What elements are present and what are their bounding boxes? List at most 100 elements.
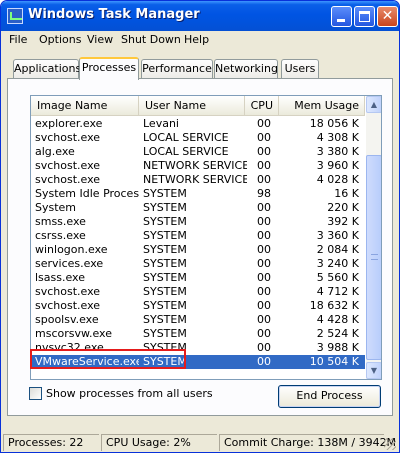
cell-user-name: SYSTEM bbox=[143, 257, 187, 270]
table-row[interactable]: alg.exe LOCAL SERVICE 00 3 380 K bbox=[31, 145, 365, 159]
maximize-icon bbox=[359, 11, 370, 22]
cell-cpu: 00 bbox=[257, 159, 271, 172]
menu-view[interactable]: View bbox=[87, 33, 113, 46]
cell-mem-usage: 392 K bbox=[327, 215, 359, 228]
cell-user-name: SYSTEM bbox=[143, 229, 187, 242]
cell-user-name: SYSTEM bbox=[143, 201, 187, 214]
table-row[interactable]: csrss.exe SYSTEM 00 3 360 K bbox=[31, 229, 365, 243]
cell-image-name: lsass.exe bbox=[35, 271, 85, 284]
cell-image-name: System bbox=[35, 201, 77, 214]
cell-cpu: 00 bbox=[257, 117, 271, 130]
cell-user-name: NETWORK SERVICE bbox=[143, 159, 247, 172]
minimize-button[interactable] bbox=[331, 6, 352, 27]
cell-mem-usage: 3 240 K bbox=[316, 257, 359, 270]
minimize-icon bbox=[337, 19, 345, 22]
column-cpu[interactable]: CPU bbox=[245, 96, 279, 116]
cell-mem-usage: 10 504 K bbox=[309, 355, 359, 368]
vertical-scrollbar[interactable]: ▲ ▼ bbox=[366, 96, 381, 379]
task-manager-window: Windows Task Manager ✕ File Options View… bbox=[0, 0, 400, 453]
cell-mem-usage: 4 028 K bbox=[316, 173, 359, 186]
close-button[interactable]: ✕ bbox=[377, 6, 398, 27]
table-row[interactable]: spoolsv.exe SYSTEM 00 4 428 K bbox=[31, 313, 365, 327]
cell-mem-usage: 16 K bbox=[334, 187, 359, 200]
cell-mem-usage: 3 988 K bbox=[316, 341, 359, 354]
table-row[interactable]: svchost.exe LOCAL SERVICE 00 4 308 K bbox=[31, 131, 365, 145]
table-row[interactable]: svchost.exe NETWORK SERVICE 00 3 960 K bbox=[31, 159, 365, 173]
scroll-down-button[interactable]: ▼ bbox=[366, 362, 381, 379]
menu-shut-down[interactable]: Shut Down bbox=[121, 33, 181, 46]
column-image-name[interactable]: Image Name bbox=[31, 96, 139, 116]
scroll-up-button[interactable]: ▲ bbox=[366, 96, 381, 113]
list-header: Image Name User Name CPU Mem Usage bbox=[31, 96, 365, 116]
table-row[interactable]: services.exe SYSTEM 00 3 240 K bbox=[31, 257, 365, 271]
cell-cpu: 00 bbox=[257, 131, 271, 144]
cell-cpu: 00 bbox=[257, 243, 271, 256]
cell-mem-usage: 4 428 K bbox=[316, 313, 359, 326]
cell-user-name: SYSTEM bbox=[143, 299, 187, 312]
scroll-thumb[interactable] bbox=[366, 155, 381, 360]
cell-mem-usage: 4 712 K bbox=[316, 285, 359, 298]
table-row[interactable]: System Idle Process SYSTEM 98 16 K bbox=[31, 187, 365, 201]
menu-file[interactable]: File bbox=[9, 33, 27, 46]
table-row[interactable]: svchost.exe SYSTEM 00 4 712 K bbox=[31, 285, 365, 299]
table-row[interactable]: mscorsvw.exe SYSTEM 00 2 524 K bbox=[31, 327, 365, 341]
cell-user-name: Levani bbox=[143, 117, 179, 130]
table-row[interactable]: System SYSTEM 00 220 K bbox=[31, 201, 365, 215]
cell-image-name: svchost.exe bbox=[35, 173, 101, 186]
status-cpu-usage: CPU Usage: 2% bbox=[101, 434, 217, 451]
cell-image-name: alg.exe bbox=[35, 145, 75, 158]
column-user-name[interactable]: User Name bbox=[139, 96, 245, 116]
table-row[interactable]: svchost.exe NETWORK SERVICE 00 4 028 K bbox=[31, 173, 365, 187]
show-all-processes-label[interactable]: Show processes from all users bbox=[46, 387, 213, 400]
cell-cpu: 00 bbox=[257, 285, 271, 298]
cell-user-name: LOCAL SERVICE bbox=[143, 145, 229, 158]
cell-mem-usage: 4 308 K bbox=[316, 131, 359, 144]
cell-image-name: winlogon.exe bbox=[35, 243, 108, 256]
resize-grip-icon[interactable] bbox=[384, 438, 396, 450]
menu-options[interactable]: Options bbox=[39, 33, 81, 46]
column-mem-usage[interactable]: Mem Usage bbox=[279, 96, 365, 116]
cell-cpu: 00 bbox=[257, 201, 271, 214]
cell-user-name: SYSTEM bbox=[143, 215, 187, 228]
cell-image-name: System Idle Process bbox=[35, 187, 139, 200]
cell-cpu: 00 bbox=[257, 313, 271, 326]
tab-strip: Applications Processes Performance Netwo… bbox=[1, 57, 399, 80]
cell-cpu: 98 bbox=[257, 187, 271, 200]
tab-users[interactable]: Users bbox=[281, 59, 319, 79]
cell-mem-usage: 3 960 K bbox=[316, 159, 359, 172]
cell-user-name: SYSTEM bbox=[143, 243, 187, 256]
cell-cpu: 00 bbox=[257, 299, 271, 312]
tab-performance[interactable]: Performance bbox=[141, 59, 213, 79]
cell-user-name: SYSTEM bbox=[143, 285, 187, 298]
status-processes: Processes: 22 bbox=[3, 434, 99, 451]
end-process-button[interactable]: End Process bbox=[278, 385, 381, 408]
tab-processes[interactable]: Processes bbox=[79, 57, 139, 80]
cell-mem-usage: 18 056 K bbox=[309, 117, 359, 130]
cell-cpu: 00 bbox=[257, 341, 271, 354]
status-commit-charge: Commit Charge: 138M / 3942M bbox=[219, 434, 396, 451]
cell-mem-usage: 3 380 K bbox=[316, 145, 359, 158]
tab-applications[interactable]: Applications bbox=[13, 59, 81, 79]
window-title: Windows Task Manager bbox=[28, 7, 200, 22]
table-row[interactable]: lsass.exe SYSTEM 00 5 560 K bbox=[31, 271, 365, 285]
cell-cpu: 00 bbox=[257, 229, 271, 242]
tab-networking[interactable]: Networking bbox=[214, 59, 278, 79]
cell-cpu: 00 bbox=[257, 215, 271, 228]
menu-help[interactable]: Help bbox=[184, 33, 209, 46]
table-row[interactable]: smss.exe SYSTEM 00 392 K bbox=[31, 215, 365, 229]
process-list[interactable]: Image Name User Name CPU Mem Usage explo… bbox=[30, 95, 382, 380]
cell-mem-usage: 3 360 K bbox=[316, 229, 359, 242]
cell-mem-usage: 2 084 K bbox=[316, 243, 359, 256]
cell-user-name: LOCAL SERVICE bbox=[143, 131, 229, 144]
table-row[interactable]: explorer.exe Levani 00 18 056 K bbox=[31, 117, 365, 131]
cell-cpu: 00 bbox=[257, 355, 271, 368]
title-bar[interactable]: Windows Task Manager ✕ bbox=[1, 1, 399, 31]
close-icon: ✕ bbox=[381, 8, 394, 24]
cell-mem-usage: 18 632 K bbox=[309, 299, 359, 312]
checkbox-box[interactable] bbox=[29, 387, 42, 400]
table-row[interactable]: winlogon.exe SYSTEM 00 2 084 K bbox=[31, 243, 365, 257]
maximize-button[interactable] bbox=[354, 6, 375, 27]
task-manager-icon bbox=[7, 8, 23, 24]
table-row[interactable]: svchost.exe SYSTEM 00 18 632 K bbox=[31, 299, 365, 313]
cell-image-name: spoolsv.exe bbox=[35, 313, 99, 326]
